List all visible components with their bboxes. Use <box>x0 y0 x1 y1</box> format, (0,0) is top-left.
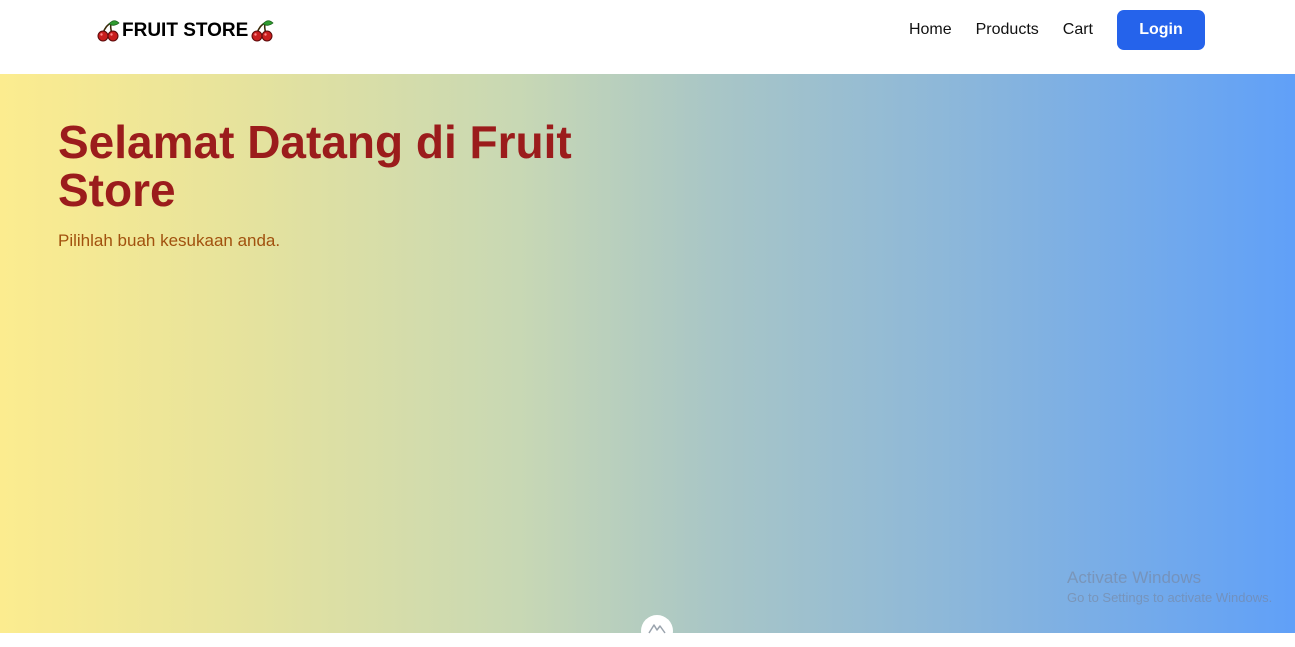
hero-title: Selamat Datang di Fruit Store <box>58 116 572 216</box>
cherry-icon <box>96 19 120 43</box>
cherry-icon <box>250 19 274 43</box>
nav-links: Home Products Cart Login <box>909 10 1205 50</box>
nav-link-cart[interactable]: Cart <box>1063 21 1093 39</box>
nav-link-products[interactable]: Products <box>976 21 1039 39</box>
windows-activation-watermark: Activate Windows Go to Settings to activ… <box>1067 567 1272 607</box>
scroll-widget[interactable] <box>641 615 673 647</box>
nav-link-home[interactable]: Home <box>909 21 952 39</box>
mountain-icon <box>648 621 666 639</box>
hero-subtitle: Pilihlah buah kesukaan anda. <box>58 231 281 250</box>
brand-logo[interactable]: FRUIT STORE <box>96 18 274 44</box>
watermark-subtitle: Go to Settings to activate Windows. <box>1067 590 1273 605</box>
login-button[interactable]: Login <box>1117 10 1205 50</box>
watermark-title: Activate Windows <box>1067 568 1202 587</box>
navbar: FRUIT STORE Home Products Cart Login <box>0 0 1295 74</box>
hero-section: Selamat Datang di Fruit Store Pilihlah b… <box>0 74 1295 647</box>
brand-name: FRUIT STORE <box>122 20 249 41</box>
